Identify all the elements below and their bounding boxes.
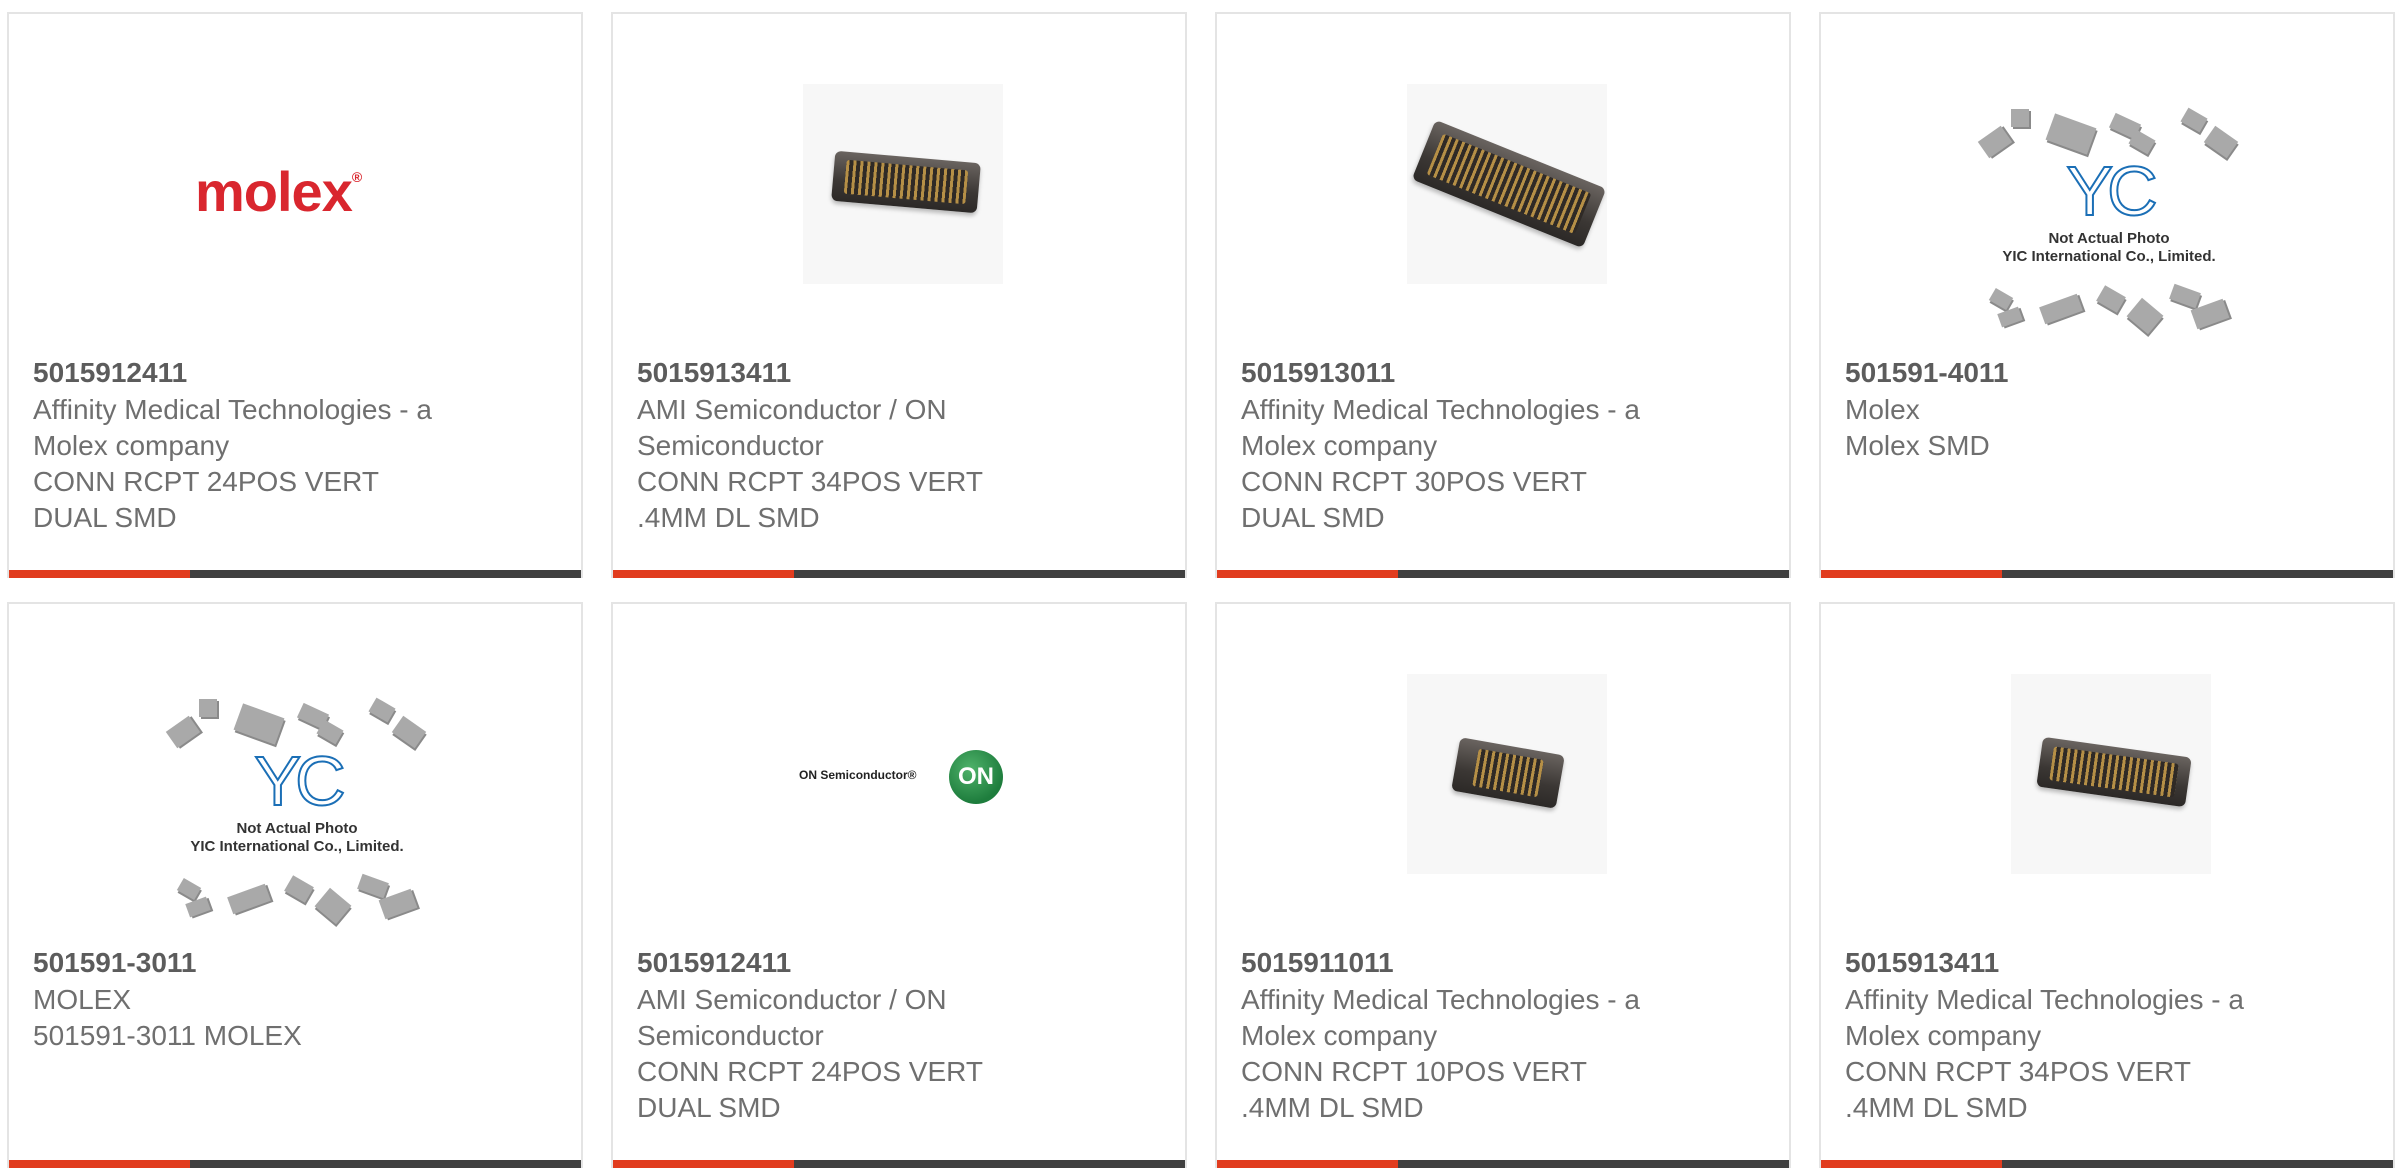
product-card[interactable]: YC Not Actual Photo YIC International Co… <box>1819 12 2395 578</box>
logo-text: ON Semiconductor® <box>799 768 917 782</box>
connector-icon <box>831 150 981 214</box>
placeholder-caption: YIC International Co., Limited. <box>2002 248 2216 265</box>
card-accent <box>1217 570 1398 578</box>
molex-logo: molex® <box>195 160 362 223</box>
product-image[interactable] <box>613 14 1185 354</box>
connector-icon <box>2036 736 2192 808</box>
on-semiconductor-logo: ON Semiconductor® ON <box>799 750 1009 806</box>
product-line: .4MM DL SMD <box>637 502 820 533</box>
card-footer-bar <box>613 1160 1185 1168</box>
part-number[interactable]: 5015912411 <box>637 944 1165 982</box>
connector-icon <box>1411 119 1607 249</box>
product-line: .4MM DL SMD <box>1241 1092 1424 1123</box>
card-footer-bar <box>1821 570 2393 578</box>
product-image[interactable]: molex® <box>9 14 581 354</box>
card-footer-bar <box>613 570 1185 578</box>
part-number[interactable]: 5015913411 <box>637 354 1165 392</box>
part-number[interactable]: 5015913411 <box>1845 944 2373 982</box>
on-badge-icon: ON <box>949 750 1003 804</box>
part-number[interactable]: 501591-3011 <box>33 944 561 982</box>
placeholder-caption: Not Actual Photo <box>2048 230 2170 247</box>
product-card[interactable]: molex® 5015912411 Affinity Medical Techn… <box>7 12 583 578</box>
card-accent <box>613 570 794 578</box>
product-card[interactable]: 5015913011 Affinity Medical Technologies… <box>1215 12 1791 578</box>
card-accent <box>1821 1160 2002 1168</box>
product-line: Affinity Medical Technologies - a <box>1241 394 1640 425</box>
product-line: AMI Semiconductor / ON <box>637 394 947 425</box>
card-footer-bar <box>1821 1160 2393 1168</box>
product-line: 501591-3011 MOLEX <box>33 1020 302 1051</box>
product-image[interactable] <box>1821 604 2393 944</box>
connector-icon <box>1451 737 1565 809</box>
product-line: Molex company <box>1241 430 1438 461</box>
product-image[interactable]: YC Not Actual Photo YIC International Co… <box>9 604 581 944</box>
product-line: Molex company <box>1241 1020 1438 1051</box>
product-card[interactable]: 5015913411 Affinity Medical Technologies… <box>1819 602 2395 1168</box>
product-line: Molex company <box>33 430 230 461</box>
placeholder-caption: Not Actual Photo <box>236 820 358 837</box>
product-line: AMI Semiconductor / ON <box>637 984 947 1015</box>
product-line: CONN RCPT 10POS VERT <box>1241 1056 1587 1087</box>
connector-photo <box>1407 84 1607 284</box>
product-image[interactable]: ON Semiconductor® ON <box>613 604 1185 944</box>
yic-placeholder-image: YC Not Actual Photo YIC International Co… <box>1971 104 2247 344</box>
product-line: Molex <box>1845 394 1920 425</box>
card-accent <box>1217 1160 1398 1168</box>
card-footer-bar <box>1217 570 1789 578</box>
connector-photo <box>803 84 1003 284</box>
part-number[interactable]: 501591-4011 <box>1845 354 2373 392</box>
product-line: CONN RCPT 30POS VERT <box>1241 466 1587 497</box>
product-line: Molex SMD <box>1845 430 1990 461</box>
product-line: MOLEX <box>33 984 132 1015</box>
product-line: Semiconductor <box>637 1020 824 1051</box>
card-accent <box>1821 570 2002 578</box>
part-number[interactable]: 5015913011 <box>1241 354 1769 392</box>
connector-photo <box>2011 674 2211 874</box>
product-card[interactable]: ON Semiconductor® ON 5015912411 AMI Semi… <box>611 602 1187 1168</box>
product-line: Affinity Medical Technologies - a <box>33 394 432 425</box>
product-image[interactable] <box>1217 604 1789 944</box>
connector-photo <box>1407 674 1607 874</box>
product-line: DUAL SMD <box>637 1092 781 1123</box>
card-footer-bar <box>9 1160 581 1168</box>
yic-placeholder-image: YC Not Actual Photo YIC International Co… <box>159 694 435 934</box>
product-line: Molex company <box>1845 1020 2042 1051</box>
placeholder-caption: YIC International Co., Limited. <box>190 838 404 855</box>
yic-logo: YC <box>2065 152 2158 230</box>
card-footer-bar <box>9 570 581 578</box>
yic-logo: YC <box>253 742 346 820</box>
product-line: DUAL SMD <box>33 502 177 533</box>
product-line: CONN RCPT 34POS VERT <box>1845 1056 2191 1087</box>
product-line: Semiconductor <box>637 430 824 461</box>
product-grid: molex® 5015912411 Affinity Medical Techn… <box>7 12 2400 1172</box>
product-line: DUAL SMD <box>1241 502 1385 533</box>
card-accent <box>9 1160 190 1168</box>
card-accent <box>9 570 190 578</box>
part-number[interactable]: 5015912411 <box>33 354 561 392</box>
product-line: CONN RCPT 24POS VERT <box>33 466 379 497</box>
product-card[interactable]: YC Not Actual Photo YIC International Co… <box>7 602 583 1168</box>
product-line: Affinity Medical Technologies - a <box>1241 984 1640 1015</box>
card-footer-bar <box>1217 1160 1789 1168</box>
part-number[interactable]: 5015911011 <box>1241 944 1769 982</box>
product-card[interactable]: 5015911011 Affinity Medical Technologies… <box>1215 602 1791 1168</box>
card-accent <box>613 1160 794 1168</box>
product-line: Affinity Medical Technologies - a <box>1845 984 2244 1015</box>
product-card[interactable]: 5015913411 AMI Semiconductor / ON Semico… <box>611 12 1187 578</box>
product-line: CONN RCPT 24POS VERT <box>637 1056 983 1087</box>
product-image[interactable] <box>1217 14 1789 354</box>
product-line: .4MM DL SMD <box>1845 1092 2028 1123</box>
product-line: CONN RCPT 34POS VERT <box>637 466 983 497</box>
product-image[interactable]: YC Not Actual Photo YIC International Co… <box>1821 14 2393 354</box>
